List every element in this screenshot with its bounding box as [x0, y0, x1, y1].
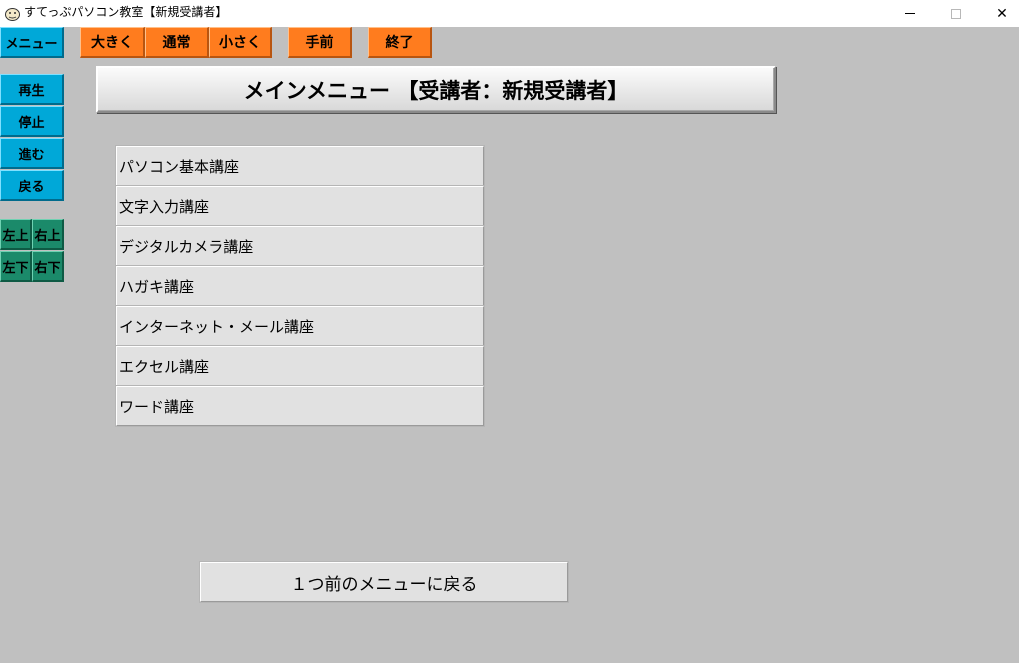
- minimize-button[interactable]: [887, 0, 933, 27]
- menu-button[interactable]: メニュー: [0, 27, 64, 58]
- maximize-icon: [951, 8, 961, 19]
- course-item-postcard[interactable]: ハガキ講座: [115, 265, 485, 307]
- bring-front-button[interactable]: 手前: [288, 27, 352, 58]
- course-item-digital-camera[interactable]: デジタルカメラ講座: [115, 225, 485, 267]
- play-button[interactable]: 再生: [0, 74, 64, 105]
- bottom-left-button[interactable]: 左下: [0, 251, 32, 282]
- title-bar: すてっぷパソコン教室【新規受講者】 ✕: [0, 0, 1019, 27]
- larger-button[interactable]: 大きく: [80, 27, 145, 58]
- bottom-right-button[interactable]: 右下: [32, 251, 64, 282]
- previous-menu-button[interactable]: １つ前のメニューに戻る: [199, 561, 569, 603]
- top-right-button[interactable]: 右上: [32, 219, 64, 250]
- course-item-word[interactable]: ワード講座: [115, 385, 485, 427]
- close-icon: ✕: [996, 5, 1008, 22]
- exit-button[interactable]: 終了: [368, 27, 432, 58]
- window-title: すてっぷパソコン教室【新規受講者】: [24, 5, 228, 19]
- course-item-internet-mail[interactable]: インターネット・メール講座: [115, 305, 485, 347]
- forward-button[interactable]: 進む: [0, 138, 64, 169]
- stop-button[interactable]: 停止: [0, 106, 64, 137]
- close-button[interactable]: ✕: [979, 0, 1019, 27]
- minimize-icon: [905, 13, 915, 14]
- maximize-button[interactable]: [933, 0, 979, 27]
- app-icon: [5, 8, 20, 21]
- course-item-pc-basics[interactable]: パソコン基本講座: [115, 145, 485, 187]
- back-button[interactable]: 戻る: [0, 170, 64, 201]
- main-menu-header: メインメニュー 【受講者：新規受講者】: [96, 66, 776, 113]
- normal-button[interactable]: 通常: [145, 27, 209, 58]
- course-list: パソコン基本講座 文字入力講座 デジタルカメラ講座 ハガキ講座 インターネット・…: [115, 145, 485, 427]
- course-item-excel[interactable]: エクセル講座: [115, 345, 485, 387]
- page-title: メインメニュー 【受講者：新規受講者】: [243, 78, 629, 103]
- top-left-button[interactable]: 左上: [0, 219, 32, 250]
- smaller-button[interactable]: 小さく: [209, 27, 272, 58]
- course-item-text-input[interactable]: 文字入力講座: [115, 185, 485, 227]
